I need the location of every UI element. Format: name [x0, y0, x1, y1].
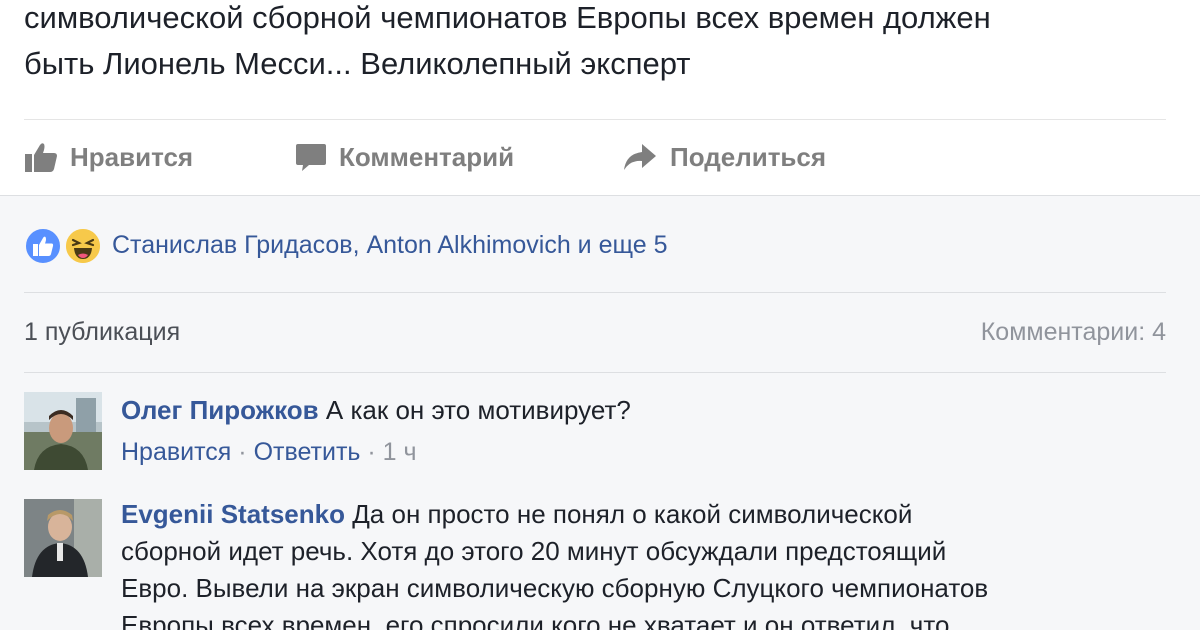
comment-meta: Нравится · Ответить · 1 ч	[121, 434, 1131, 471]
comment-label: Комментарий	[339, 141, 515, 172]
share-button[interactable]: Поделиться	[622, 132, 826, 182]
like-button[interactable]: Нравится	[24, 132, 193, 182]
post-text-line: быть Лионель Месси... Великолепный экспе…	[24, 46, 691, 81]
post-body: символической сборной чемпионатов Европы…	[0, 0, 1200, 195]
comment-like-link[interactable]: Нравится	[121, 438, 231, 466]
shares-count-link[interactable]: 1 публикация	[24, 318, 180, 347]
share-arrow-icon	[624, 144, 656, 170]
divider	[24, 292, 1166, 293]
separator-dot: ·	[238, 438, 254, 466]
comment-reply-link[interactable]: Ответить	[254, 438, 361, 466]
comment-text: Да он просто не понял о какой символичес…	[352, 499, 913, 529]
comments-section: Станислав Гридасов, Anton Alkhimovich и …	[0, 195, 1200, 630]
comment-body: Evgenii Statsenko Да он просто не понял …	[121, 496, 1131, 630]
like-label: Нравится	[70, 141, 194, 172]
comment-author-link[interactable]: Evgenii Statsenko	[121, 499, 345, 529]
post-text-line: символической сборной чемпионатов Европы…	[24, 0, 991, 35]
avatar[interactable]	[24, 499, 102, 577]
comment-timestamp[interactable]: 1 ч	[383, 438, 417, 466]
share-label: Поделиться	[670, 141, 827, 172]
post-summary-row: 1 публикация Комментарии: 4	[24, 310, 1166, 354]
divider	[24, 119, 1166, 120]
reactions-row[interactable]: Станислав Гридасов, Anton Alkhimovich и …	[24, 222, 668, 268]
comments-count-link[interactable]: Комментарии: 4	[981, 318, 1166, 347]
like-reaction-icon	[24, 227, 62, 265]
comment-body: Олег Пирожков А как он это мотивирует? Н…	[121, 392, 1131, 471]
comment-text-line: Evgenii Statsenko Да он просто не понял …	[121, 496, 1131, 533]
comment-text: А как он это мотивирует?	[325, 395, 631, 425]
reaction-names-link[interactable]: Станислав Гридасов, Anton Alkhimovich и …	[112, 231, 668, 260]
comment-text-line: Европы всех времен, его спросили кого не…	[121, 610, 950, 630]
comment-bubble-icon	[296, 144, 326, 171]
comment-author-link[interactable]: Олег Пирожков	[121, 395, 319, 425]
comment-text-line: Евро. Вывели на экран символическую сбор…	[121, 573, 989, 603]
thumbs-up-icon	[25, 143, 57, 172]
avatar[interactable]	[24, 392, 102, 470]
post-text: символической сборной чемпионатов Европы…	[24, 0, 1174, 87]
comment-text-line: сборной идет речь. Хотя до этого 20 мину…	[121, 536, 947, 566]
post-actions-bar: Нравится Комментарий Поделиться	[0, 132, 1200, 182]
divider	[24, 372, 1166, 373]
separator-dot: ·	[367, 438, 383, 466]
haha-reaction-icon	[64, 227, 102, 265]
reaction-icons	[24, 225, 106, 265]
